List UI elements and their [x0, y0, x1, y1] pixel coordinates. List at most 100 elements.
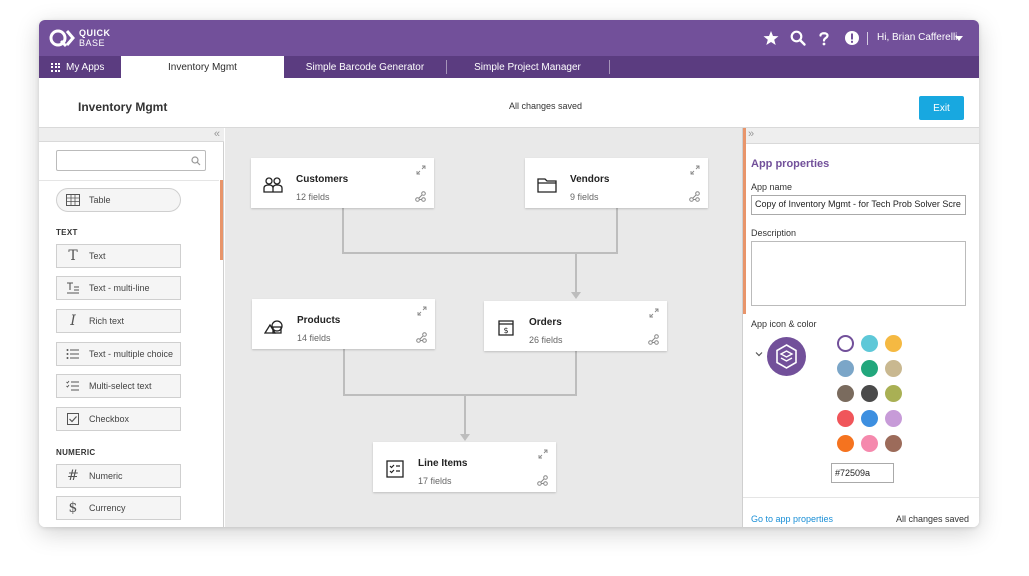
expand-icon[interactable]	[690, 165, 700, 175]
collapse-left-panel[interactable]: «	[39, 128, 224, 142]
field-type-label: Currency	[89, 503, 126, 513]
table-relationship-canvas[interactable]: Customers 12 fields Vendors 9 fields Pro…	[225, 128, 742, 527]
app-name-input[interactable]: Copy of Inventory Mgmt - for Tech Prob S…	[751, 195, 966, 215]
help-icon[interactable]	[815, 29, 833, 47]
search-icon[interactable]	[789, 29, 807, 47]
search-input[interactable]	[56, 150, 206, 171]
icon-color-label: App icon & color	[751, 319, 817, 329]
color-swatch[interactable]	[837, 410, 854, 427]
color-swatch[interactable]	[885, 335, 902, 352]
star-icon[interactable]	[762, 29, 780, 47]
section-label-numeric: NUMERIC	[56, 448, 96, 457]
scrollbar[interactable]	[743, 128, 746, 314]
field-type-label: Multi-select text	[89, 381, 152, 391]
checklist-icon	[65, 378, 81, 394]
field-type-table[interactable]: Table	[56, 188, 181, 212]
tab-simple-project-manager[interactable]: Simple Project Manager	[446, 56, 609, 78]
search-icon	[191, 156, 201, 166]
field-type-multiple-choice[interactable]: Text - multiple choice	[56, 342, 181, 366]
table-card-products[interactable]: Products 14 fields	[252, 299, 435, 349]
description-input[interactable]	[751, 241, 966, 306]
relationship-icon[interactable]	[537, 475, 548, 486]
scrollbar[interactable]	[220, 180, 223, 260]
relationship-icon[interactable]	[689, 191, 700, 202]
divider	[743, 497, 979, 498]
color-swatch[interactable]	[861, 410, 878, 427]
top-bar: QUICK BASE Hi, Brian Cafferelli	[39, 20, 979, 56]
app-properties-panel: » App properties App name Copy of Invent…	[742, 128, 979, 527]
save-status: All changes saved	[895, 514, 969, 524]
alert-icon[interactable]	[843, 29, 861, 47]
field-type-label: Text	[89, 251, 106, 261]
table-name: Line Items	[418, 458, 468, 469]
color-swatch[interactable]	[837, 435, 854, 452]
table-card-line-items[interactable]: Line Items 17 fields	[373, 442, 556, 492]
table-name: Customers	[296, 174, 349, 185]
color-swatch[interactable]	[837, 335, 854, 352]
field-palette: « Table TEXT T Text Text - multi-line I …	[39, 128, 224, 527]
color-swatch[interactable]	[885, 410, 902, 427]
user-menu[interactable]: Hi, Brian Cafferelli	[877, 32, 957, 43]
folder-icon	[537, 178, 557, 193]
app-icon-preview[interactable]	[767, 337, 806, 376]
go-to-app-properties-link[interactable]: Go to app properties	[751, 514, 833, 524]
table-field-count: 17 fields	[418, 476, 452, 486]
color-swatch[interactable]	[885, 360, 902, 377]
color-swatch[interactable]	[861, 335, 878, 352]
chevron-down-icon[interactable]	[755, 350, 763, 358]
field-type-numeric[interactable]: # Numeric	[56, 464, 181, 488]
field-type-rich-text[interactable]: I Rich text	[56, 309, 181, 333]
table-card-orders[interactable]: $ Orders 26 fields	[484, 301, 667, 351]
user-separator	[867, 32, 868, 45]
arrow-down-icon	[460, 434, 470, 441]
relationship-icon[interactable]	[648, 334, 659, 345]
color-swatch[interactable]	[885, 385, 902, 402]
chevron-down-icon[interactable]	[955, 36, 963, 41]
table-field-count: 12 fields	[296, 192, 330, 202]
app-name-label: App name	[751, 182, 793, 192]
connector-line	[342, 207, 344, 253]
my-apps-button[interactable]: My Apps	[51, 56, 104, 78]
shapes-icon	[264, 320, 283, 334]
connector-line	[343, 348, 345, 395]
dollar-icon: $	[68, 500, 78, 516]
connector-line	[616, 207, 618, 253]
tab-inventory-mgmt[interactable]: Inventory Mgmt	[121, 56, 284, 78]
table-field-count: 26 fields	[529, 335, 563, 345]
quickbase-logo[interactable]: QUICK BASE	[49, 26, 119, 50]
color-swatch[interactable]	[837, 360, 854, 377]
expand-icon[interactable]	[649, 308, 659, 318]
text-icon: T	[68, 248, 78, 264]
relationship-icon[interactable]	[416, 332, 427, 343]
color-swatch[interactable]	[861, 385, 878, 402]
hex-color-input[interactable]: #72509a	[831, 463, 894, 483]
table-card-customers[interactable]: Customers 12 fields	[251, 158, 434, 208]
field-type-multi-select[interactable]: Multi-select text	[56, 374, 181, 398]
section-label-text: TEXT	[56, 228, 78, 237]
stack-icon	[776, 344, 797, 369]
tab-bar: My Apps Inventory Mgmt Simple Barcode Ge…	[39, 56, 979, 78]
page-title: Inventory Mgmt	[78, 100, 168, 114]
collapse-right-panel[interactable]: »	[743, 128, 979, 144]
connector-line	[575, 252, 577, 294]
field-type-checkbox[interactable]: Checkbox	[56, 407, 181, 431]
logo-line-2: BASE	[79, 38, 106, 48]
color-swatch[interactable]	[885, 435, 902, 452]
field-type-text-multiline[interactable]: Text - multi-line	[56, 276, 181, 300]
relationship-icon[interactable]	[415, 191, 426, 202]
hash-icon: #	[67, 468, 79, 484]
tab-simple-barcode-generator[interactable]: Simple Barcode Generator	[284, 56, 446, 78]
field-type-currency[interactable]: $ Currency	[56, 496, 181, 520]
expand-icon[interactable]	[417, 306, 427, 316]
panel-title: App properties	[751, 158, 830, 170]
people-icon	[263, 177, 283, 193]
color-swatch[interactable]	[837, 385, 854, 402]
exit-button[interactable]: Exit	[919, 96, 964, 120]
field-type-text[interactable]: T Text	[56, 244, 181, 268]
color-swatch[interactable]	[861, 435, 878, 452]
table-card-vendors[interactable]: Vendors 9 fields	[525, 158, 708, 208]
field-type-label: Numeric	[89, 471, 123, 481]
color-swatch[interactable]	[861, 360, 878, 377]
expand-icon[interactable]	[538, 449, 548, 459]
expand-icon[interactable]	[416, 165, 426, 175]
